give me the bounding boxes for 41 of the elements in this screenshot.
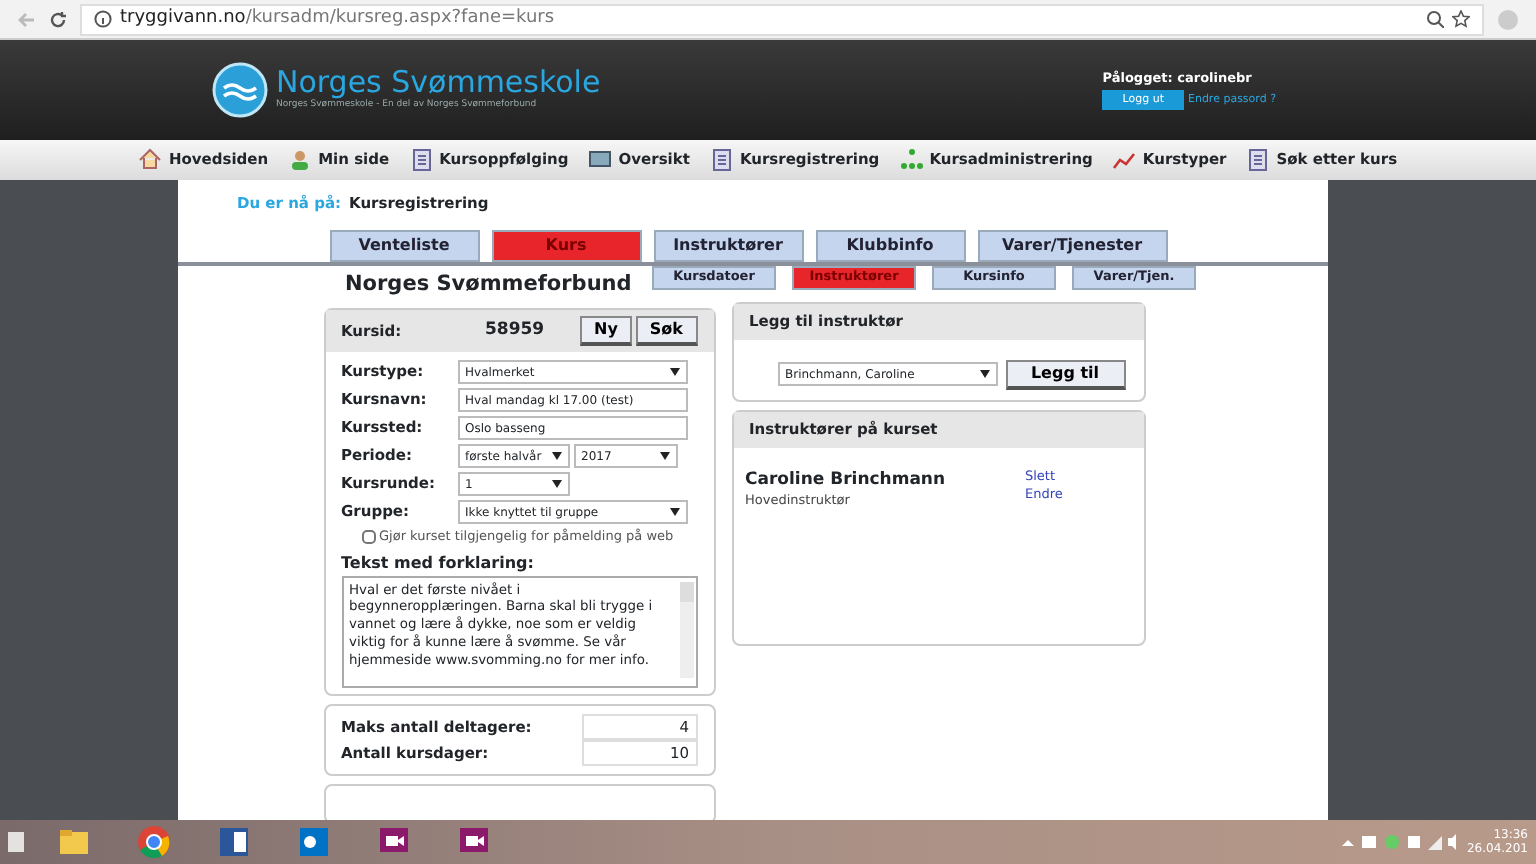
scrollbar[interactable] — [679, 581, 693, 678]
dropdown-icon — [669, 508, 679, 516]
document-icon — [1246, 148, 1271, 172]
tab[interactable]: Instruktører — [653, 230, 803, 263]
chrome-icon[interactable] — [136, 824, 172, 860]
tray-icons-drawing[interactable] — [1338, 832, 1459, 852]
tab[interactable]: Klubbinfo — [815, 230, 965, 263]
reload-icon[interactable] — [48, 9, 68, 29]
course-id: 58959 — [485, 318, 547, 344]
document-icon — [709, 148, 734, 172]
form-button[interactable]: Søk — [635, 316, 697, 346]
home-icon — [138, 148, 163, 172]
hierarchy-icon — [899, 148, 924, 172]
dropdown-icon — [551, 452, 561, 460]
folder-icon[interactable] — [56, 824, 92, 860]
dropdown-icon — [551, 480, 561, 488]
logo-title: Norges Svømmeskole — [276, 66, 601, 100]
add-button[interactable]: Legg til — [1005, 359, 1125, 389]
tab[interactable]: Venteliste — [329, 230, 479, 263]
start-icon[interactable] — [8, 828, 28, 856]
organization-title: Norges Svømmeforbund — [345, 270, 632, 301]
zoom-icon[interactable] — [1426, 10, 1444, 28]
chart-icon — [1112, 148, 1137, 172]
logo-icon — [212, 62, 268, 118]
instructor-name: Caroline Brinchmann — [745, 467, 948, 493]
person-icon — [288, 148, 313, 172]
word-icon[interactable] — [216, 824, 252, 860]
dropdown-icon — [659, 452, 669, 460]
dropdown-icon — [669, 368, 679, 376]
field-label: Tekst med forklaring: — [341, 551, 536, 576]
form-button[interactable]: Ny — [580, 316, 632, 346]
document-icon — [409, 148, 434, 172]
address-bar[interactable]: tryggivann.no/kursadm/kursreg.aspx?fane=kurs — [80, 3, 1484, 35]
info-icon — [94, 10, 112, 28]
outlook-icon[interactable] — [296, 824, 332, 860]
tab[interactable]: Varer/Tjenester — [977, 230, 1167, 263]
monitor-icon — [588, 148, 613, 172]
web-checkbox[interactable] — [361, 530, 375, 545]
dropdown-icon — [979, 370, 989, 378]
star-icon[interactable] — [1452, 10, 1470, 28]
url-text: tryggivann.no/kursadm/kursreg.aspx?fane=kurs — [120, 5, 557, 32]
